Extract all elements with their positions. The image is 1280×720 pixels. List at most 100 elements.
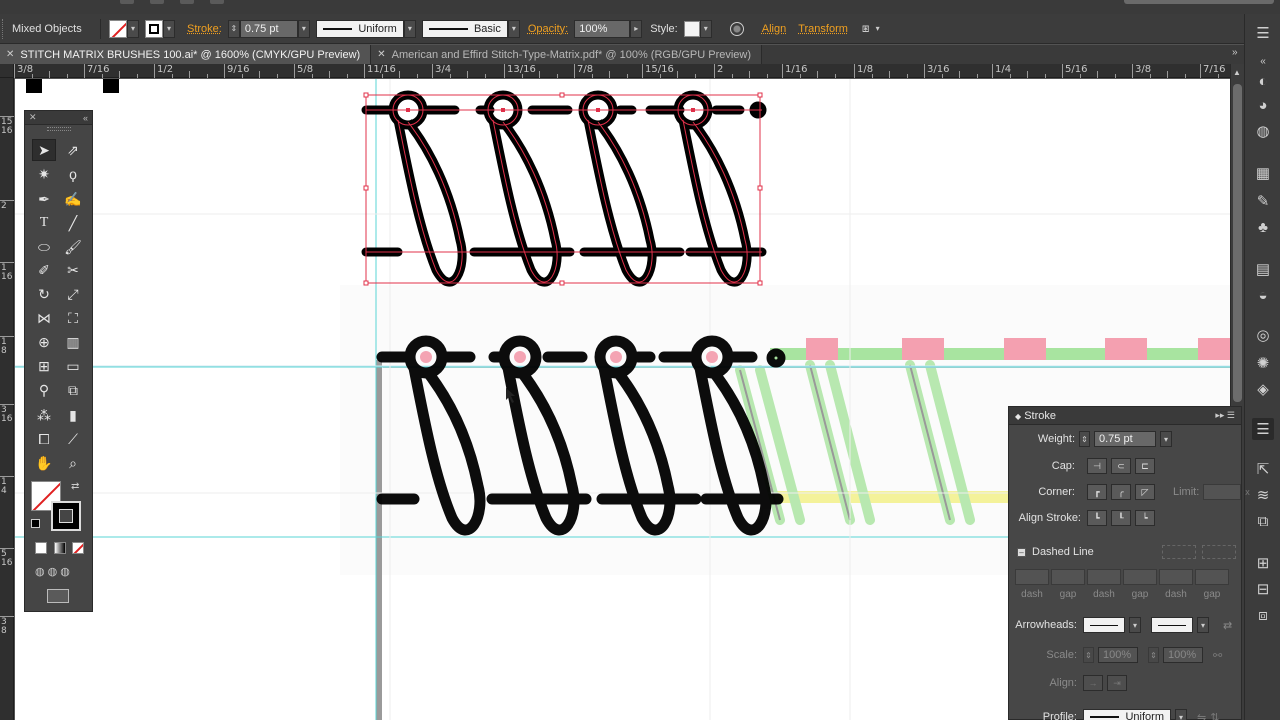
weight-dropdown-icon[interactable]: ▾ (1160, 431, 1172, 447)
round-cap-icon[interactable]: ⊂ (1111, 458, 1131, 474)
symbol-sprayer-tool-icon[interactable]: ⁂ (32, 404, 56, 426)
scale-end-stepper-icon[interactable]: ⇕ (1148, 647, 1159, 663)
selection-tool-icon[interactable]: ➤ (32, 139, 56, 161)
miter-join-icon[interactable]: ┏ (1087, 484, 1107, 500)
style-dropdown-icon[interactable]: ▾ (699, 19, 712, 38)
close-tab-icon[interactable]: ✕ (6, 49, 14, 60)
draw-mode-icon[interactable]: ◍ ◍ ◍ (35, 565, 70, 578)
projecting-cap-icon[interactable]: ⊏ (1135, 458, 1155, 474)
artboard-tool-icon[interactable]: ⧠ (32, 428, 56, 450)
line-tool-icon[interactable]: ╱ (61, 212, 85, 234)
flip-across-icon[interactable]: ⇅ (1210, 711, 1219, 720)
none-mode-icon[interactable] (72, 542, 84, 554)
zoom-tool-icon[interactable]: ⌕ (61, 452, 85, 474)
end-arrowhead-select[interactable] (1151, 617, 1193, 633)
stroke-swatch[interactable] (145, 19, 163, 38)
scale-start-stepper-icon[interactable]: ⇕ (1083, 647, 1094, 663)
default-colors-icon[interactable] (31, 519, 40, 528)
dock-menu-icon[interactable]: ☰ (1252, 22, 1274, 44)
tools-panel-header[interactable]: ✕ « (25, 111, 92, 125)
type-tool-icon[interactable]: T (32, 212, 56, 234)
stroke-swatch-large[interactable] (51, 501, 81, 531)
scale-start-field[interactable]: 100% (1098, 647, 1138, 663)
variable-width-profile[interactable]: Uniform (315, 19, 404, 38)
scale-end-field[interactable]: 100% (1163, 647, 1203, 663)
isolate-icon[interactable]: ⧆ (862, 21, 870, 36)
lasso-tool-icon[interactable]: ϙ (61, 163, 85, 185)
scale-tool-icon[interactable]: ⤢ (61, 283, 85, 305)
dash-field-1[interactable] (1015, 569, 1049, 585)
swap-arrowheads-icon[interactable]: ⇄ (1223, 619, 1232, 632)
round-join-icon[interactable]: ╭ (1111, 484, 1131, 500)
gradient-mode-icon[interactable] (54, 542, 66, 554)
weight-stepper-icon[interactable]: ⇕ (227, 19, 240, 38)
flip-along-icon[interactable]: ⇋ (1197, 711, 1206, 720)
gradient-icon[interactable]: ▤ (1252, 258, 1274, 280)
graphic-style-swatch[interactable] (683, 20, 700, 37)
appearance-icon[interactable]: ◎ (1252, 324, 1274, 346)
color-palette-icon[interactable]: ◕ (1252, 94, 1274, 116)
gap-field-3[interactable] (1195, 569, 1229, 585)
gradient-tool-icon[interactable]: ▭ (61, 355, 85, 377)
fill-swatch[interactable] (109, 19, 127, 38)
symbols-icon[interactable]: ♣ (1252, 216, 1274, 238)
panel-menu-icon[interactable]: ☰ (1227, 410, 1235, 420)
tab-american-effird[interactable]: ✕ American and Effird Stitch-Type-Matrix… (371, 45, 763, 64)
align-dash-icon[interactable] (1201, 545, 1236, 559)
magic-wand-tool-icon[interactable]: ✷ (32, 163, 56, 185)
pen-tool-icon[interactable]: ✒ (32, 188, 56, 210)
opacity-arrow-icon[interactable]: ▸ (630, 19, 643, 38)
swap-fill-stroke-icon[interactable]: ⇄ (71, 481, 79, 492)
transparency-icon[interactable]: ◒ (1252, 284, 1274, 306)
scroll-up-icon[interactable]: ▲ (1233, 68, 1241, 77)
stroke-dropdown-icon[interactable]: ▾ (163, 19, 175, 38)
stroke-weight-dropdown-icon[interactable]: ▾ (297, 19, 310, 38)
color-guide-icon[interactable]: ◐ (1252, 70, 1274, 92)
dashed-line-checkbox[interactable]: – (1017, 547, 1026, 557)
brush-definition[interactable]: Basic (421, 19, 508, 38)
close-tab-icon[interactable]: ✕ (377, 49, 385, 60)
distribute-icon[interactable]: ⊟ (1252, 578, 1274, 600)
stroke-panel-icon[interactable]: ☰ (1252, 418, 1274, 440)
color-mode-icon[interactable] (35, 542, 47, 554)
profile-select[interactable]: Uniform (1083, 709, 1171, 720)
slice-tool-icon[interactable]: ⟋ (61, 428, 85, 450)
profile-select-dropdown-icon[interactable]: ▾ (1175, 709, 1187, 720)
screen-mode-icon[interactable] (47, 589, 69, 603)
weight-field[interactable]: 0.75 pt (1094, 431, 1156, 447)
eyedropper-tool-icon[interactable]: ⚲ (32, 379, 56, 401)
export-icon[interactable]: ⇱ (1252, 458, 1274, 480)
align-panel-icon[interactable]: ⊞ (1252, 552, 1274, 574)
blend-tool-icon[interactable]: ⧉ (61, 379, 85, 401)
layers-icon[interactable]: ◈ (1252, 378, 1274, 400)
swatches-icon[interactable]: ▦ (1252, 162, 1274, 184)
artboards-icon[interactable]: ◍ (1252, 120, 1274, 142)
brush-dropdown-icon[interactable]: ▾ (507, 19, 520, 38)
mesh-tool-icon[interactable]: ⊞ (32, 355, 56, 377)
perspective-grid-tool-icon[interactable]: ▥ (61, 331, 85, 353)
ellipse-tool-icon[interactable]: ⬭ (32, 236, 56, 258)
dash-field-2[interactable] (1087, 569, 1121, 585)
dock-collapse-icon[interactable]: « (1252, 50, 1274, 72)
limit-field[interactable] (1203, 484, 1242, 500)
weight-stepper-icon[interactable]: ⇕ (1079, 431, 1090, 447)
scissors-tool-icon[interactable]: ✂ (61, 259, 85, 281)
recolor-artwork-icon[interactable] (729, 21, 744, 36)
start-arrowhead-dropdown-icon[interactable]: ▾ (1129, 617, 1141, 633)
hand-tool-icon[interactable]: ✋ (32, 452, 56, 474)
bevel-join-icon[interactable]: ◸ (1135, 484, 1155, 500)
align-outside-icon[interactable]: ┕ (1135, 510, 1155, 526)
panel-collapse-icon[interactable]: ▸▸ (1215, 410, 1224, 420)
shape-builder-tool-icon[interactable]: ⊕ (32, 331, 56, 353)
layers-stack-icon[interactable]: ≋ (1252, 484, 1274, 506)
opacity-label[interactable]: Opacity: (528, 23, 568, 35)
stitch-brush-selected[interactable] (361, 90, 767, 287)
horizontal-ruler[interactable]: 3/8 7/16 1/2 9/16 5/8 11/16 3/4 13/16 7/8 15/16 2 1… (14, 64, 1254, 78)
artboard-panel-icon[interactable]: ⧉ (1252, 510, 1274, 532)
link-scale-icon[interactable]: ⚯ (1213, 649, 1222, 662)
preserve-dash-icon[interactable] (1161, 545, 1196, 559)
arrow-tip-at-end-icon[interactable]: ⇥ (1107, 675, 1127, 691)
profile-dropdown-icon[interactable]: ▾ (403, 19, 416, 38)
tab-stitch-matrix[interactable]: ✕ STITCH MATRIX BRUSHES 100.ai* @ 1600% … (0, 45, 372, 64)
free-transform-tool-icon[interactable]: ⛶ (61, 307, 85, 329)
